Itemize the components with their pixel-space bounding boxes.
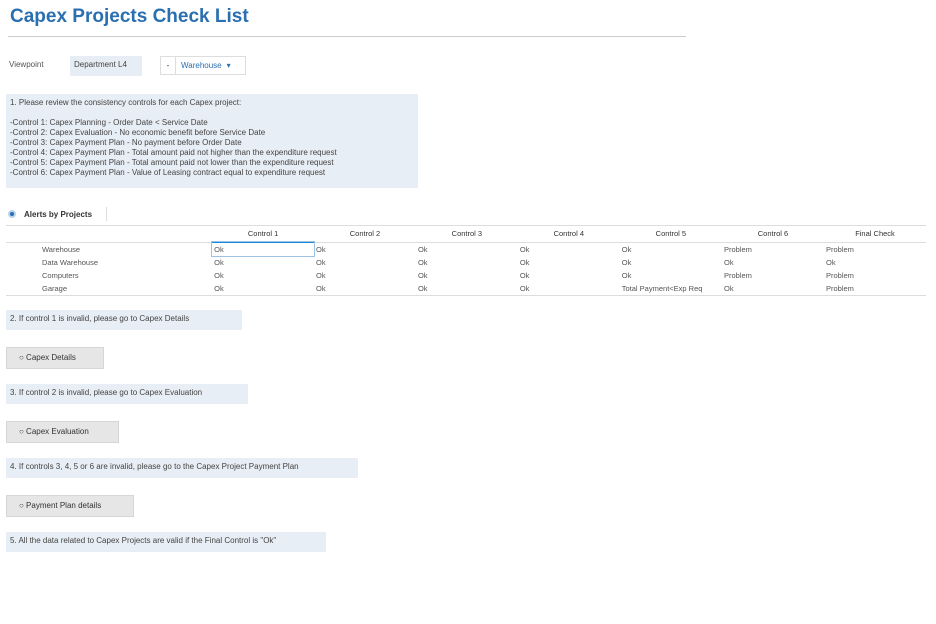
note-line: -Control 4: Capex Payment Plan - Total a… <box>10 148 337 157</box>
page-title: Capex Projects Check List <box>10 6 249 27</box>
alerts-section-header[interactable]: Alerts by Projects <box>8 207 108 221</box>
note-line: -Control 6: Capex Payment Plan - Value o… <box>10 168 326 177</box>
check-cell[interactable]: Ok <box>722 256 824 269</box>
column-header: Control 1 <box>212 225 315 243</box>
check-cell[interactable]: Ok <box>415 282 518 296</box>
payment-plan-details-button[interactable]: ○ Payment Plan details <box>6 495 134 517</box>
viewpoint-label: Viewpoint <box>9 60 44 69</box>
check-cell[interactable]: Problem <box>823 282 926 296</box>
check-cell[interactable]: Problem <box>722 269 824 282</box>
check-cell[interactable]: Ok <box>722 282 824 296</box>
table-row: Warehouse Ok Ok Ok Ok Ok Problem Problem <box>6 241 926 257</box>
note-line: -Control 3: Capex Payment Plan - No paym… <box>10 138 242 147</box>
collapse-icon[interactable] <box>8 210 16 218</box>
column-header: Control 2 <box>314 225 416 243</box>
column-header: Final Check <box>823 225 926 243</box>
warehouse-dropdown[interactable]: - Warehouse ▾ <box>160 56 246 75</box>
check-cell[interactable]: Ok <box>518 242 620 256</box>
check-cell[interactable]: Ok <box>314 269 416 282</box>
note-line: -Control 5: Capex Payment Plan - Total a… <box>10 158 334 167</box>
divider <box>106 207 108 221</box>
column-header: Control 5 <box>619 225 722 243</box>
check-cell[interactable]: Ok <box>314 282 416 296</box>
check-cell[interactable]: Ok <box>314 242 416 256</box>
column-header: Control 6 <box>722 225 824 243</box>
department-value: Department L4 <box>70 56 142 76</box>
check-cell[interactable]: Problem <box>722 242 824 256</box>
check-cell[interactable]: Problem <box>824 269 926 282</box>
column-header: Control 3 <box>415 225 518 243</box>
note-line: -Control 2: Capex Evaluation - No econom… <box>10 128 266 137</box>
note-final: 5. All the data related to Capex Project… <box>6 532 326 552</box>
check-cell[interactable]: Ok <box>620 269 722 282</box>
table-row: Computers Ok Ok Ok Ok Ok Problem Problem <box>6 269 926 282</box>
alerts-table: Control 1 Control 2 Control 3 Control 4 Cont… <box>6 225 926 296</box>
chevron-down-icon: ▾ <box>226 61 231 70</box>
check-cell[interactable]: Ok <box>416 256 518 269</box>
project-name: Warehouse <box>42 244 81 254</box>
note-control-3-6: 4. If controls 3, 4, 5 or 6 are invalid,… <box>6 458 358 478</box>
note-line: -Control 1: Capex Planning - Order Date … <box>10 118 208 127</box>
table-row: Data Warehouse Ok Ok Ok Ok Ok Ok Ok <box>6 256 926 269</box>
check-cell[interactable]: Problem <box>824 242 926 256</box>
check-cell[interactable]: Ok <box>416 242 518 256</box>
note-control-2: 3. If control 2 is invalid, please go to… <box>6 384 248 404</box>
check-cell[interactable]: Ok <box>518 256 620 269</box>
project-name: Data Warehouse <box>42 258 99 267</box>
section-title: Alerts by Projects <box>24 209 93 219</box>
check-cell[interactable]: Ok <box>518 269 620 282</box>
check-cell[interactable]: Ok <box>620 256 722 269</box>
table-row: Garage Ok Ok Ok Ok Total Payment<Exp Req Ok Pro… <box>6 282 926 296</box>
capex-details-button[interactable]: ○ Capex Details <box>6 347 104 369</box>
check-cell[interactable]: Ok <box>211 241 316 257</box>
check-cell[interactable]: Ok <box>416 269 518 282</box>
check-cell[interactable]: Ok <box>517 282 620 296</box>
project-name: Garage <box>6 282 213 296</box>
dropdown-value: Warehouse <box>181 61 222 70</box>
collapse-button[interactable]: - <box>161 57 176 74</box>
check-cell[interactable]: Ok <box>824 256 926 269</box>
check-cell[interactable]: Ok <box>620 242 722 256</box>
capex-evaluation-button[interactable]: ○ Capex Evaluation <box>6 421 119 443</box>
instructions-note: 1. Please review the consistency control… <box>6 94 418 188</box>
title-divider <box>8 36 686 37</box>
note-line <box>10 108 414 118</box>
check-cell[interactable]: Ok <box>212 282 315 296</box>
check-cell[interactable]: Ok <box>314 256 416 269</box>
note-line: 1. Please review the consistency control… <box>10 98 242 107</box>
note-control-1: 2. If control 1 is invalid, please go to… <box>6 310 242 330</box>
project-name: Computers <box>42 271 79 280</box>
column-header: Control 4 <box>517 225 620 243</box>
check-cell[interactable]: Ok <box>212 269 314 282</box>
check-cell[interactable]: Ok <box>212 256 314 269</box>
check-cell[interactable]: Total Payment<Exp Req <box>619 282 722 296</box>
column-header <box>6 225 213 243</box>
